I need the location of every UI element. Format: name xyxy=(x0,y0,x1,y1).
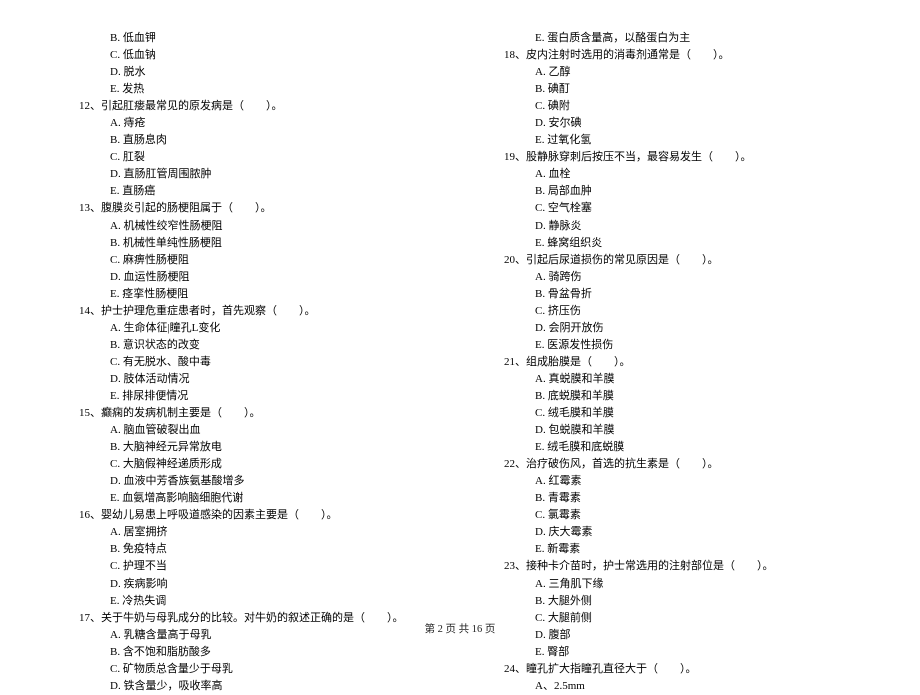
q16-opt-b: B. 免疫特点 xyxy=(65,541,430,558)
q23-opt-e: E. 臀部 xyxy=(490,644,855,661)
q17-opt-b: B. 含不饱和脂肪酸多 xyxy=(65,644,430,661)
q20-opt-b: B. 骨盆骨折 xyxy=(490,286,855,303)
q13-opt-b: B. 机械性单纯性肠梗阻 xyxy=(65,235,430,252)
q14-opt-d: D. 肢体活动情况 xyxy=(65,371,430,388)
page-container: B. 低血钾 C. 低血钠 D. 脱水 E. 发热 12、引起肛瘘最常见的原发病… xyxy=(0,0,920,650)
q19-stem: 19、股静脉穿刺后按压不当，最容易发生（ ）。 xyxy=(490,149,855,166)
q24-stem: 24、瞳孔扩大指瞳孔直径大于（ ）。 xyxy=(490,661,855,678)
q19-opt-a: A. 血栓 xyxy=(490,166,855,183)
q13-opt-c: C. 麻痹性肠梗阻 xyxy=(65,252,430,269)
q18-opt-d: D. 安尔碘 xyxy=(490,115,855,132)
q14-opt-c: C. 有无脱水、酸中毒 xyxy=(65,354,430,371)
q16-opt-a: A. 居室拥挤 xyxy=(65,524,430,541)
q14-opt-a: A. 生命体征|瞳孔L变化 xyxy=(65,320,430,337)
q19-opt-b: B. 局部血肿 xyxy=(490,183,855,200)
q18-opt-c: C. 碘附 xyxy=(490,98,855,115)
q20-opt-c: C. 挤压伤 xyxy=(490,303,855,320)
q22-opt-d: D. 庆大霉素 xyxy=(490,524,855,541)
q11-opt-d: D. 脱水 xyxy=(65,64,430,81)
q19-opt-e: E. 蜂窝组织炎 xyxy=(490,235,855,252)
q19-opt-d: D. 静脉炎 xyxy=(490,218,855,235)
q20-stem: 20、引起后尿道损伤的常见原因是（ ）。 xyxy=(490,252,855,269)
q13-opt-e: E. 痉挛性肠梗阻 xyxy=(65,286,430,303)
q15-opt-a: A. 脑血管破裂出血 xyxy=(65,422,430,439)
q12-opt-e: E. 直肠癌 xyxy=(65,183,430,200)
q22-opt-a: A. 红霉素 xyxy=(490,473,855,490)
q12-opt-d: D. 直肠肛管周围脓肿 xyxy=(65,166,430,183)
q16-opt-e: E. 冷热失调 xyxy=(65,593,430,610)
q17-opt-e: E. 蛋白质含量高，以酪蛋白为主 xyxy=(490,30,855,47)
q12-opt-c: C. 肛裂 xyxy=(65,149,430,166)
q23-opt-b: B. 大腿外侧 xyxy=(490,593,855,610)
q24-opt-a: A、2.5mm xyxy=(490,678,855,695)
q13-opt-a: A. 机械性绞窄性肠梗阻 xyxy=(65,218,430,235)
q14-opt-b: B. 意识状态的改变 xyxy=(65,337,430,354)
q15-opt-c: C. 大脑假神经递质形成 xyxy=(65,456,430,473)
q18-stem: 18、皮内注射时选用的消毒剂通常是（ ）。 xyxy=(490,47,855,64)
q15-opt-b: B. 大脑神经元异常放电 xyxy=(65,439,430,456)
q15-opt-d: D. 血液中芳香族氨基酸增多 xyxy=(65,473,430,490)
q14-stem: 14、护士护理危重症患者时，首先观察（ ）。 xyxy=(65,303,430,320)
q11-opt-e: E. 发热 xyxy=(65,81,430,98)
q16-opt-c: C. 护理不当 xyxy=(65,558,430,575)
q18-opt-b: B. 碘酊 xyxy=(490,81,855,98)
left-column: B. 低血钾 C. 低血钠 D. 脱水 E. 发热 12、引起肛瘘最常见的原发病… xyxy=(65,30,460,610)
q12-opt-a: A. 痔疮 xyxy=(65,115,430,132)
q19-opt-c: C. 空气栓塞 xyxy=(490,200,855,217)
q15-stem: 15、癫痫的发病机制主要是（ ）。 xyxy=(65,405,430,422)
q22-stem: 22、治疗破伤风，首选的抗生素是（ ）。 xyxy=(490,456,855,473)
q14-opt-e: E. 排尿排便情况 xyxy=(65,388,430,405)
q21-opt-e: E. 绒毛膜和底蜕膜 xyxy=(490,439,855,456)
q11-opt-c: C. 低血钠 xyxy=(65,47,430,64)
q20-opt-e: E. 医源发性损伤 xyxy=(490,337,855,354)
q18-opt-e: E. 过氧化氢 xyxy=(490,132,855,149)
q21-opt-a: A. 真蜕膜和羊膜 xyxy=(490,371,855,388)
q22-opt-b: B. 青霉素 xyxy=(490,490,855,507)
q17-opt-c: C. 矿物质总含量少于母乳 xyxy=(65,661,430,678)
q16-stem: 16、婴幼儿易患上呼吸道感染的因素主要是（ ）。 xyxy=(65,507,430,524)
q21-opt-b: B. 底蜕膜和羊膜 xyxy=(490,388,855,405)
q21-stem: 21、组成胎膜是（ ）。 xyxy=(490,354,855,371)
q21-opt-d: D. 包蜕膜和羊膜 xyxy=(490,422,855,439)
q17-opt-d: D. 铁含量少，吸收率高 xyxy=(65,678,430,695)
q23-stem: 23、接种卡介苗时，护士常选用的注射部位是（ ）。 xyxy=(490,558,855,575)
q18-opt-a: A. 乙醇 xyxy=(490,64,855,81)
q22-opt-e: E. 新霉素 xyxy=(490,541,855,558)
q11-opt-b: B. 低血钾 xyxy=(65,30,430,47)
q20-opt-a: A. 骑跨伤 xyxy=(490,269,855,286)
q12-opt-b: B. 直肠息肉 xyxy=(65,132,430,149)
q16-opt-d: D. 疾病影响 xyxy=(65,576,430,593)
right-column: E. 蛋白质含量高，以酪蛋白为主 18、皮内注射时选用的消毒剂通常是（ ）。 A… xyxy=(460,30,855,610)
q23-opt-a: A. 三角肌下缘 xyxy=(490,576,855,593)
q13-opt-d: D. 血运性肠梗阻 xyxy=(65,269,430,286)
q21-opt-c: C. 绒毛膜和羊膜 xyxy=(490,405,855,422)
page-footer: 第 2 页 共 16 页 xyxy=(0,621,920,636)
q15-opt-e: E. 血氨增高影响脑细胞代谢 xyxy=(65,490,430,507)
q20-opt-d: D. 会阴开放伤 xyxy=(490,320,855,337)
q12-stem: 12、引起肛瘘最常见的原发病是（ ）。 xyxy=(65,98,430,115)
q22-opt-c: C. 氯霉素 xyxy=(490,507,855,524)
q13-stem: 13、腹膜炎引起的肠梗阻属于（ ）。 xyxy=(65,200,430,217)
